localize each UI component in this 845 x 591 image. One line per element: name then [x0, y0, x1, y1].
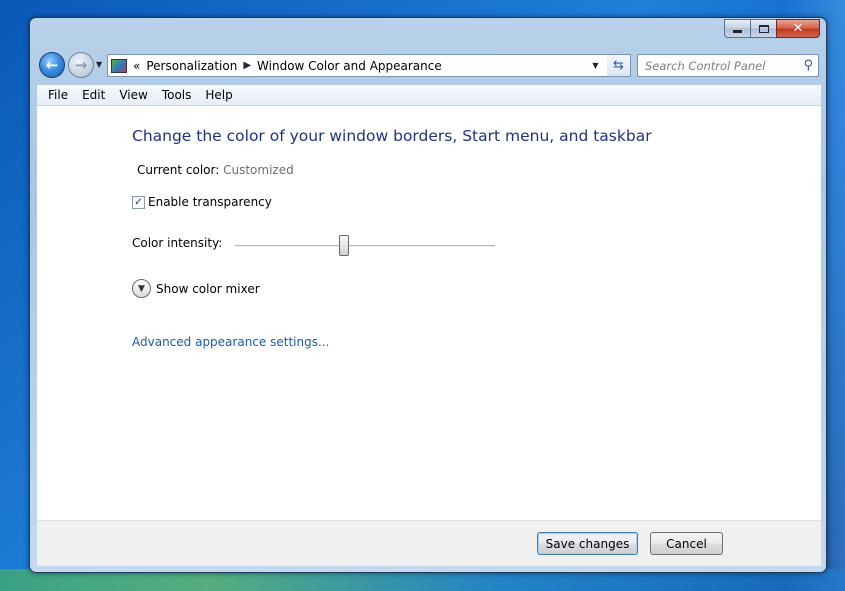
recent-pages-dropdown[interactable]: ▼: [96, 60, 102, 69]
intensity-slider-thumb[interactable]: [339, 235, 350, 256]
close-icon: ✕: [792, 21, 804, 36]
maximize-button[interactable]: [750, 19, 776, 38]
current-color-label: Current color:: [137, 163, 220, 177]
command-footer: Save changes Cancel: [37, 520, 821, 566]
menu-bar: File Edit View Tools Help: [37, 85, 821, 106]
close-button[interactable]: ✕: [776, 19, 820, 38]
forward-arrow-icon: →: [74, 56, 88, 74]
menu-tools[interactable]: Tools: [155, 88, 199, 102]
refresh-icon: ⇆: [613, 58, 624, 73]
intensity-label: Color intensity:: [132, 236, 223, 250]
breadcrumb-personalization[interactable]: Personalization: [146, 59, 237, 73]
menu-edit[interactable]: Edit: [75, 88, 112, 102]
intensity-slider-track[interactable]: [235, 245, 495, 247]
save-changes-button[interactable]: Save changes: [537, 532, 638, 555]
control-panel-icon: [111, 58, 127, 73]
checkmark-icon: ✓: [134, 196, 143, 208]
cancel-button[interactable]: Cancel: [650, 532, 723, 555]
transparency-option[interactable]: ✓ Enable transparency: [132, 195, 272, 209]
breadcrumb-separator-icon[interactable]: ▶: [243, 60, 251, 71]
explorer-window: ✕ ← → ▼ « Personalization ▶ Window Color…: [29, 17, 827, 573]
search-icon[interactable]: ⚲: [803, 58, 813, 73]
refresh-button[interactable]: ⇆: [607, 54, 631, 77]
menu-file[interactable]: File: [41, 88, 75, 102]
navigation-row: ← → ▼ « Personalization ▶ Window Color a…: [30, 50, 826, 80]
minimize-button[interactable]: [724, 19, 750, 38]
current-color-value: Customized: [223, 163, 294, 177]
color-mixer-label[interactable]: Show color mixer: [156, 282, 260, 296]
back-button[interactable]: ←: [39, 52, 65, 78]
breadcrumb-overflow[interactable]: «: [133, 59, 140, 73]
transparency-checkbox[interactable]: ✓: [132, 195, 145, 209]
caption-buttons: ✕: [724, 19, 820, 39]
color-mixer-toggle[interactable]: ▼ Show color mixer: [132, 279, 260, 298]
forward-button[interactable]: →: [68, 52, 94, 78]
menu-help[interactable]: Help: [198, 88, 239, 102]
expand-chevron-icon[interactable]: ▼: [132, 279, 151, 298]
maximize-icon: [758, 24, 769, 33]
transparency-label[interactable]: Enable transparency: [148, 195, 272, 209]
advanced-appearance-link[interactable]: Advanced appearance settings...: [132, 335, 329, 349]
address-dropdown-icon[interactable]: ▼: [587, 55, 604, 76]
current-color: Current color: Customized: [137, 163, 294, 177]
minimize-icon: [733, 30, 742, 33]
search-input[interactable]: [645, 58, 795, 73]
address-bar[interactable]: « Personalization ▶ Window Color and App…: [107, 54, 631, 77]
search-box: ⚲: [637, 54, 819, 77]
page-title: Change the color of your window borders,…: [132, 127, 652, 145]
content-pane: Change the color of your window borders,…: [37, 106, 821, 520]
breadcrumb-window-color[interactable]: Window Color and Appearance: [257, 59, 442, 73]
menu-view[interactable]: View: [112, 88, 154, 102]
back-arrow-icon: ←: [45, 56, 59, 74]
intensity-row: Color intensity:: [132, 235, 512, 259]
